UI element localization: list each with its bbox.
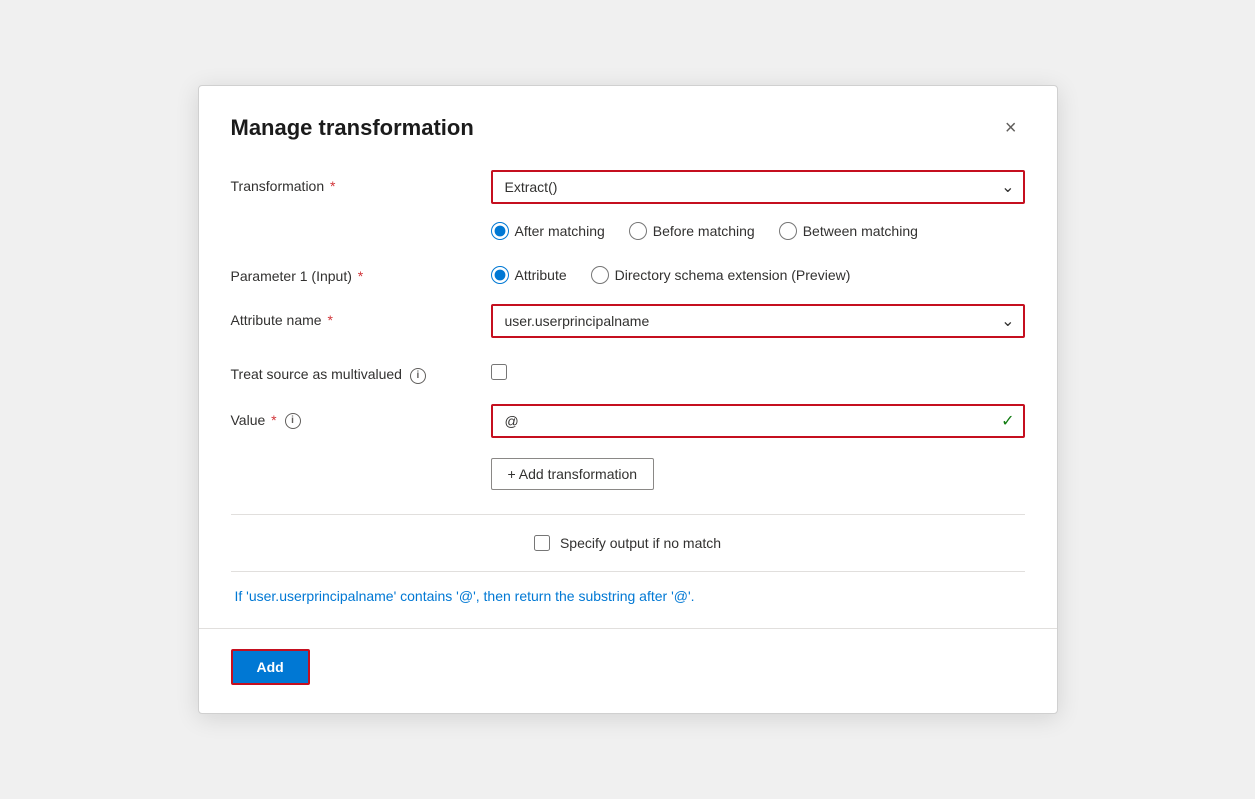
value-control: ✓ [491,404,1025,438]
treat-source-checkbox[interactable] [491,364,507,380]
radio-attribute-input[interactable] [491,266,509,284]
radio-between-matching[interactable]: Between matching [779,222,918,240]
value-required: * [267,412,276,428]
attribute-name-select[interactable]: user.userprincipalname user.mail user.di… [491,304,1025,338]
divider-2 [231,571,1025,572]
footer-divider [199,628,1057,629]
radio-after-matching-label: After matching [515,223,605,239]
radio-between-matching-input[interactable] [779,222,797,240]
matching-radio-group: After matching Before matching Between m… [491,216,1025,240]
transformation-control: Extract() ToLower() ToUpper() Append() J… [491,170,1025,240]
dialog-title: Manage transformation [231,115,474,141]
divider-1 [231,514,1025,515]
value-label: Value * i [231,404,491,429]
parameter1-control: Attribute Directory schema extension (Pr… [491,260,1025,284]
info-text: If 'user.userprincipalname' contains '@'… [231,588,1025,604]
treat-source-row: Treat source as multivalued i [231,358,1025,383]
treat-source-info-icon: i [410,368,426,384]
radio-attribute-label: Attribute [515,267,567,283]
dialog-header: Manage transformation × [231,114,1025,142]
radio-before-matching[interactable]: Before matching [629,222,755,240]
value-info-icon: i [285,413,301,429]
attribute-name-label: Attribute name * [231,304,491,328]
treat-source-label: Treat source as multivalued i [231,358,491,383]
attribute-name-select-wrapper: user.userprincipalname user.mail user.di… [491,304,1025,338]
footer: Add [231,649,1025,685]
radio-directory-input[interactable] [591,266,609,284]
treat-source-control [491,358,1025,380]
transformation-select-wrapper: Extract() ToLower() ToUpper() Append() J… [491,170,1025,204]
parameter1-label: Parameter 1 (Input) * [231,260,491,284]
specify-output-row: Specify output if no match [231,535,1025,551]
add-transformation-button[interactable]: + Add transformation [491,458,655,490]
value-input[interactable] [491,404,1025,438]
attribute-name-control: user.userprincipalname user.mail user.di… [491,304,1025,338]
close-button[interactable]: × [997,114,1025,142]
radio-between-matching-label: Between matching [803,223,918,239]
transformation-select[interactable]: Extract() ToLower() ToUpper() Append() J… [491,170,1025,204]
radio-before-matching-label: Before matching [653,223,755,239]
attribute-name-row: Attribute name * user.userprincipalname … [231,304,1025,338]
transformation-row: Transformation * Extract() ToLower() ToU… [231,170,1025,240]
add-transformation-row: + Add transformation [231,458,1025,498]
radio-directory[interactable]: Directory schema extension (Preview) [591,266,851,284]
add-button[interactable]: Add [231,649,310,685]
radio-attribute[interactable]: Attribute [491,266,567,284]
specify-output-checkbox[interactable] [534,535,550,551]
radio-after-matching[interactable]: After matching [491,222,605,240]
transformation-label: Transformation * [231,170,491,194]
value-row: Value * i ✓ [231,404,1025,438]
parameter1-row: Parameter 1 (Input) * Attribute Director… [231,260,1025,284]
value-input-wrapper: ✓ [491,404,1025,438]
specify-output-label: Specify output if no match [560,535,721,551]
parameter1-radio-group: Attribute Directory schema extension (Pr… [491,260,1025,284]
attribute-name-required: * [324,312,333,328]
radio-directory-label: Directory schema extension (Preview) [615,267,851,283]
parameter1-required: * [354,268,363,284]
manage-transformation-dialog: Manage transformation × Transformation *… [198,85,1058,713]
radio-after-matching-input[interactable] [491,222,509,240]
transformation-required: * [326,178,335,194]
radio-before-matching-input[interactable] [629,222,647,240]
treat-source-checkbox-item [491,358,1025,380]
